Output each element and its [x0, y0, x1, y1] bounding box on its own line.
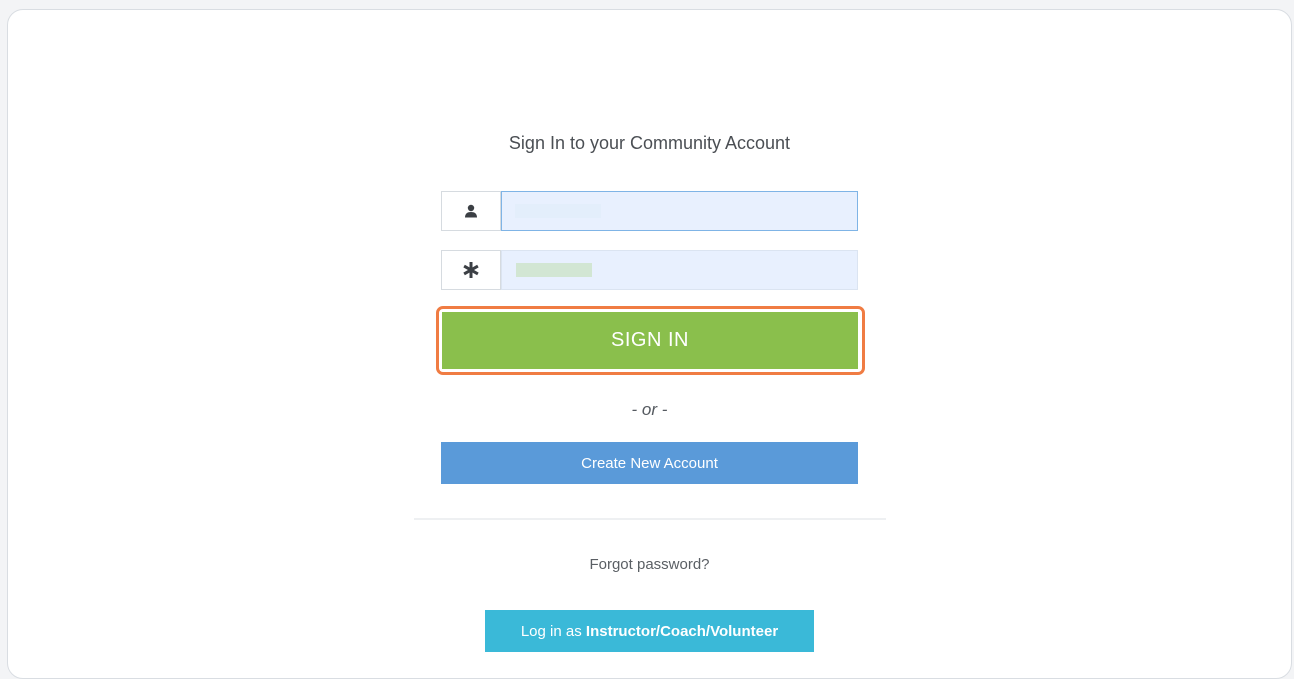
username-input[interactable]	[502, 192, 857, 230]
create-account-button[interactable]: Create New Account	[441, 442, 858, 484]
password-row	[441, 250, 858, 290]
username-addon	[441, 191, 501, 231]
password-input[interactable]	[502, 251, 857, 289]
password-field[interactable]	[501, 250, 858, 290]
username-row	[441, 191, 858, 231]
page-title: Sign In to your Community Account	[508, 133, 791, 153]
divider	[414, 518, 886, 520]
forgot-password-link[interactable]: Forgot password?	[0, 556, 1294, 573]
instructor-login-prefix: Log in as	[520, 622, 582, 640]
or-separator: - or -	[631, 400, 668, 419]
username-field[interactable]	[501, 191, 858, 231]
user-icon	[464, 204, 478, 218]
instructor-login-button[interactable]: Log in as Instructor/Coach/Volunteer	[485, 610, 814, 652]
instructor-login-role: Instructor/Coach/Volunteer	[585, 622, 779, 640]
sign-in-button[interactable]: SIGN IN	[442, 312, 858, 369]
password-addon	[441, 250, 501, 290]
asterisk-icon	[463, 262, 479, 278]
